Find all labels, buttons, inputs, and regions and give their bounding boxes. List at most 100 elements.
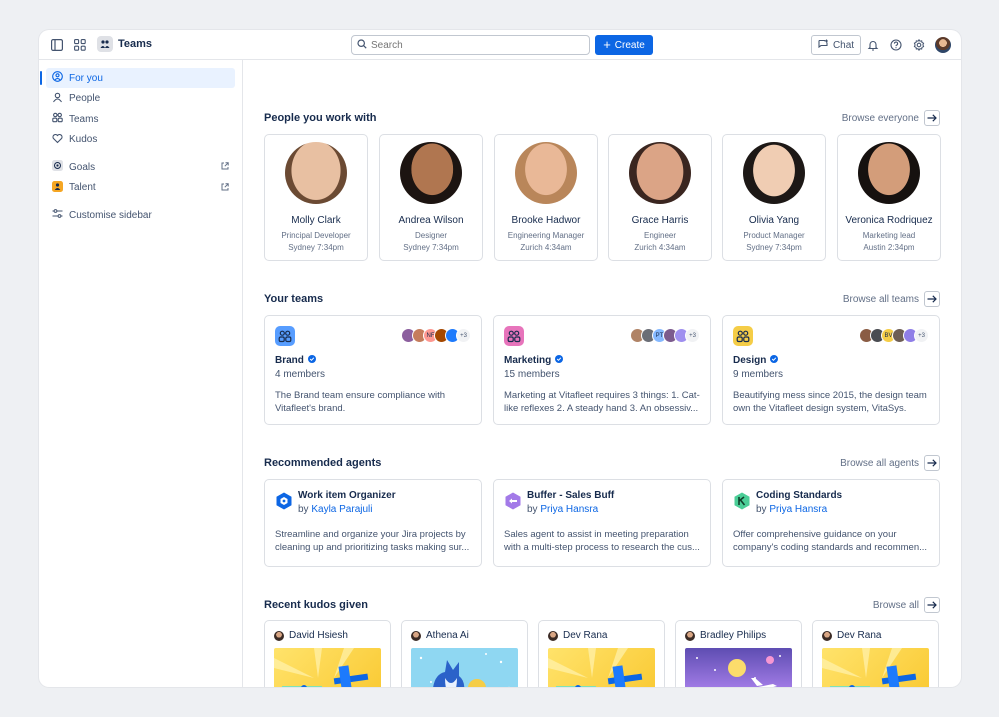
plus-icon: + bbox=[603, 37, 611, 52]
goal-icon bbox=[52, 160, 63, 174]
kudos-card[interactable]: Bradley Philips bbox=[675, 620, 802, 687]
create-button[interactable]: + Create bbox=[595, 35, 653, 55]
profile-avatar[interactable] bbox=[935, 37, 951, 53]
sidebar-item-teams[interactable]: Teams bbox=[46, 109, 235, 129]
recipient-name: Bradley Philips bbox=[700, 630, 767, 641]
sidebar-item-for-you[interactable]: For you bbox=[40, 68, 235, 88]
person-photo bbox=[285, 142, 347, 204]
agent-author-row: by Priya Hansra bbox=[527, 504, 700, 515]
more-members-count: +3 bbox=[685, 328, 700, 343]
person-card[interactable]: Molly Clark Principal Developer Sydney 7… bbox=[264, 134, 368, 261]
kudos-header: Bradley Philips bbox=[685, 630, 792, 641]
team-group-icon bbox=[275, 326, 295, 346]
recipient-avatar bbox=[548, 630, 558, 641]
person-name: Andrea Wilson bbox=[398, 215, 464, 226]
top-navigation-bar: Teams + Create Chat bbox=[39, 30, 961, 60]
app-switcher-icon[interactable] bbox=[72, 37, 88, 53]
settings-gear-icon[interactable] bbox=[911, 37, 927, 53]
team-name-row: Brand bbox=[275, 355, 471, 366]
kudos-header: David Hsiesh bbox=[274, 630, 381, 641]
notification-bell-icon[interactable] bbox=[865, 37, 881, 53]
person-name: Molly Clark bbox=[291, 215, 341, 226]
app-name: Teams bbox=[118, 38, 153, 50]
kudos-card[interactable]: Dev Rana bbox=[538, 620, 665, 687]
sidebar-item-goals[interactable]: Goals bbox=[46, 157, 235, 177]
person-card[interactable]: Brooke Hadwor Engineering Manager Zurich… bbox=[494, 134, 598, 261]
agent-author-row: by Priya Hansra bbox=[756, 504, 929, 515]
sidebar-item-label: Talent bbox=[69, 182, 96, 193]
sidebar-item-talent[interactable]: Talent bbox=[46, 178, 235, 198]
person-card[interactable]: Olivia Yang Product Manager Sydney 7:34p… bbox=[722, 134, 826, 261]
arrow-right-icon[interactable] bbox=[924, 110, 940, 126]
author-prefix: by bbox=[298, 504, 309, 515]
external-link-icon[interactable] bbox=[221, 162, 229, 173]
app-window: Teams + Create Chat bbox=[39, 30, 961, 687]
external-link-icon[interactable] bbox=[221, 182, 229, 194]
hammer-illustration bbox=[548, 648, 655, 687]
person-photo bbox=[515, 142, 577, 204]
person-card[interactable]: Grace Harris Engineer Zurich 4:34am bbox=[608, 134, 712, 261]
agent-card[interactable]: Work item Organizer by Kayla Parajuli St… bbox=[264, 479, 482, 567]
person-role: Principal Developer bbox=[281, 231, 351, 240]
teams-section-title: Your teams bbox=[264, 293, 324, 305]
sidebar-item-label: Customise sidebar bbox=[69, 209, 152, 221]
sidebar-item-label: Kudos bbox=[69, 134, 98, 145]
author-prefix: by bbox=[756, 504, 767, 515]
agent-card[interactable]: Buffer - Sales Buff by Priya Hansra Sale… bbox=[493, 479, 711, 567]
recipient-avatar bbox=[685, 630, 695, 641]
browse-label: Browse all agents bbox=[840, 457, 919, 469]
verified-badge-icon bbox=[307, 355, 316, 366]
search-input[interactable] bbox=[371, 39, 571, 51]
sidebar-toggle-icon[interactable] bbox=[49, 37, 65, 53]
search-box[interactable] bbox=[351, 35, 590, 55]
person-name: Olivia Yang bbox=[748, 215, 800, 226]
help-icon[interactable] bbox=[888, 37, 904, 53]
agent-author-row: by Kayla Parajuli bbox=[298, 504, 471, 515]
arrow-right-icon[interactable] bbox=[924, 455, 940, 471]
team-card[interactable]: BV +3 Design 9 members Beautifying mess … bbox=[722, 315, 940, 425]
browse-everyone-link[interactable]: Browse everyone bbox=[842, 110, 940, 126]
browse-all-teams-link[interactable]: Browse all teams bbox=[843, 291, 940, 307]
agent-description: Offer comprehensive guidance on your com… bbox=[733, 529, 928, 553]
recipient-avatar bbox=[411, 630, 421, 641]
agent-name: Work item Organizer bbox=[298, 490, 396, 501]
person-card[interactable]: Andrea Wilson Designer Sydney 7:34pm bbox=[379, 134, 483, 261]
agent-author-link[interactable]: Kayla Parajuli bbox=[311, 504, 372, 515]
sidebar-item-label: Teams bbox=[69, 113, 99, 125]
sidebar-item-customise[interactable]: Customise sidebar bbox=[46, 205, 235, 225]
app-logo[interactable]: Teams bbox=[97, 36, 152, 52]
hammer-illustration bbox=[822, 648, 929, 687]
agent-card[interactable]: Coding Standards by Priya Hansra Offer c… bbox=[722, 479, 940, 567]
person-circle-icon bbox=[52, 71, 63, 85]
person-icon bbox=[52, 92, 63, 106]
kudos-header: Athena Ai bbox=[411, 630, 518, 641]
recipient-name: Dev Rana bbox=[563, 630, 608, 641]
agent-author-link[interactable]: Priya Hansra bbox=[540, 504, 598, 515]
team-avatar-stack: NF +3 bbox=[401, 328, 471, 343]
recipient-name: David Hsiesh bbox=[289, 630, 348, 641]
team-card[interactable]: PT +3 Marketing 15 members Marketing at … bbox=[493, 315, 711, 425]
browse-all-agents-link[interactable]: Browse all agents bbox=[840, 455, 940, 471]
arrow-right-icon[interactable] bbox=[924, 291, 940, 307]
agents-section-title: Recommended agents bbox=[264, 457, 382, 469]
person-name: Veronica Rodriquez bbox=[845, 215, 933, 226]
kudos-header: Dev Rana bbox=[822, 630, 929, 641]
sidebar-item-label: People bbox=[69, 93, 101, 104]
chat-button[interactable]: Chat bbox=[811, 35, 861, 55]
agent-author-link[interactable]: Priya Hansra bbox=[769, 504, 827, 515]
people-group-icon bbox=[52, 112, 63, 126]
team-card[interactable]: NF +3 Brand 4 members The Brand team ens… bbox=[264, 315, 482, 425]
kudos-card[interactable]: Dev Rana bbox=[812, 620, 939, 687]
author-prefix: by bbox=[527, 504, 538, 515]
team-name: Design bbox=[733, 355, 767, 366]
sidebar-item-kudos[interactable]: Kudos bbox=[46, 130, 235, 150]
person-card[interactable]: Veronica Rodriquez Marketing lead Austin… bbox=[837, 134, 941, 261]
coding-agent-icon bbox=[733, 492, 751, 510]
browse-all-kudos-link[interactable]: Browse all bbox=[873, 597, 940, 613]
sidebar-item-people[interactable]: People bbox=[46, 89, 235, 109]
kudos-card[interactable]: David Hsiesh bbox=[264, 620, 391, 687]
kudos-card[interactable]: Athena Ai bbox=[401, 620, 528, 687]
arrow-right-icon[interactable] bbox=[924, 597, 940, 613]
team-avatar-stack: PT +3 bbox=[630, 328, 700, 343]
person-location: Zurich 4:34am bbox=[520, 243, 572, 252]
